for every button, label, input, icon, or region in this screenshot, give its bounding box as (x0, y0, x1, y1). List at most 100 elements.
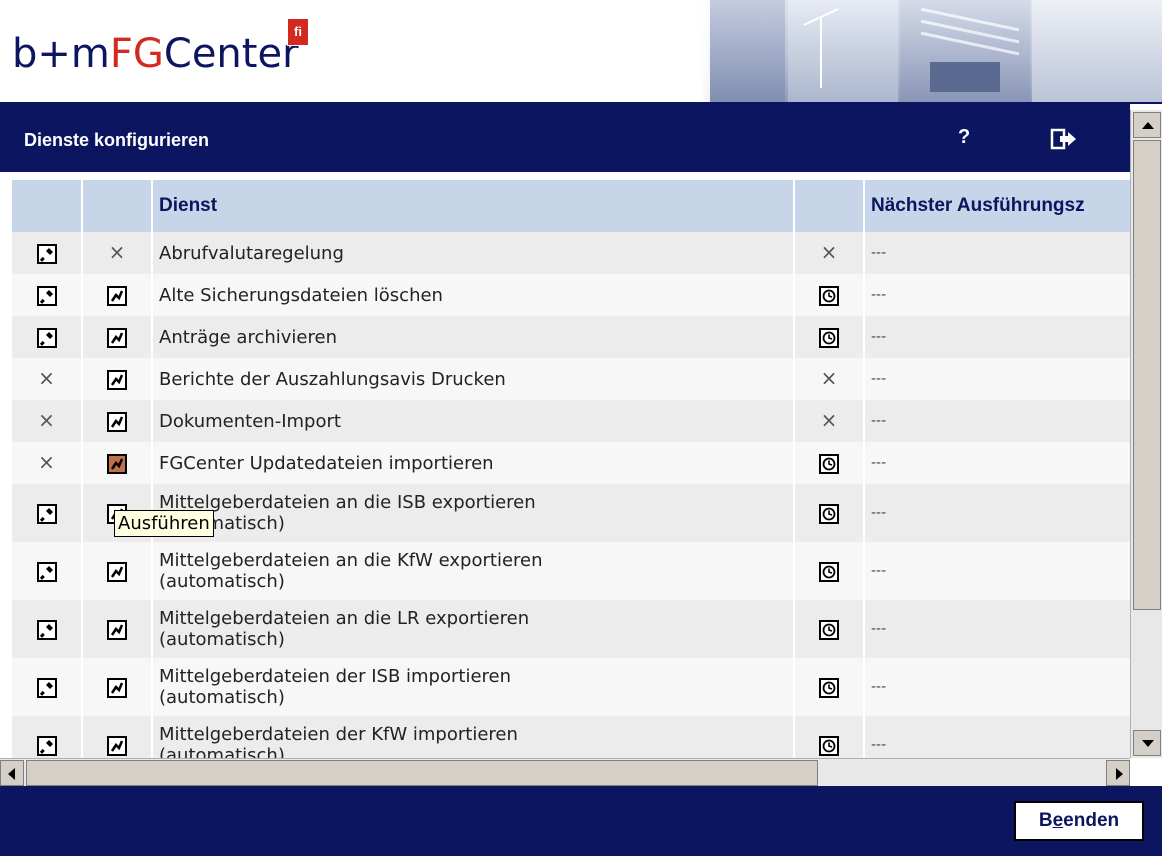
clock-icon[interactable] (819, 677, 839, 698)
column-header-run (82, 180, 153, 232)
service-name-line: (automatisch) (159, 629, 285, 650)
vertical-scrollbar[interactable] (1130, 110, 1162, 758)
scroll-right-button[interactable] (1106, 760, 1130, 786)
run-icon[interactable] (107, 735, 127, 756)
tool-icon[interactable] (36, 503, 57, 524)
run-cell (82, 316, 153, 358)
horizontal-scrollbar[interactable] (0, 758, 1130, 786)
logo: b+mFGCenter (12, 30, 299, 78)
service-name: Abrufvalutaregelung (152, 232, 795, 274)
service-name-line: Mittelgeberdateien an die KfW exportiere… (159, 550, 543, 571)
clock-icon[interactable] (819, 735, 839, 756)
service-name-line: (automatisch) (159, 745, 285, 758)
config-cell (12, 600, 83, 658)
run-cell (82, 658, 153, 716)
schedule-cell (794, 484, 865, 542)
table-row[interactable]: × FGCenter Updatedateien importieren --- (12, 442, 1130, 484)
run-cell (82, 274, 153, 316)
table-row[interactable]: × Abrufvalutaregelung × --- (12, 232, 1130, 274)
clock-icon[interactable] (819, 619, 839, 640)
config-cell: × (12, 400, 83, 442)
tool-icon[interactable] (36, 561, 57, 582)
column-header-schedule (794, 180, 865, 232)
table-row[interactable]: Mittelgeberdateien an die LR exportieren… (12, 600, 1130, 658)
scroll-down-button[interactable] (1133, 730, 1161, 756)
run-icon[interactable] (107, 285, 127, 306)
services-table-wrap[interactable]: Dienst Nächster Ausführungsz × Abrufvalut… (12, 180, 1130, 758)
clock-icon[interactable] (819, 327, 839, 348)
help-icon[interactable]: ? (958, 126, 970, 149)
scroll-left-button[interactable] (0, 760, 24, 786)
config-cell (12, 542, 83, 600)
hscroll-thumb[interactable] (26, 760, 818, 786)
x-icon: × (820, 408, 838, 432)
column-header-config (12, 180, 83, 232)
service-name-line: Berichte der Auszahlungsavis Drucken (159, 368, 506, 390)
run-icon[interactable] (107, 677, 127, 698)
config-cell (12, 658, 83, 716)
run-icon[interactable] (107, 453, 127, 474)
run-cell (82, 442, 153, 484)
service-name: Berichte der Auszahlungsavis Drucken (152, 358, 795, 400)
footer-bar: Beenden (0, 786, 1162, 856)
table-row[interactable]: × Berichte der Auszahlungsavis Drucken × --… (12, 358, 1130, 400)
service-name-line: (automatisch) (159, 513, 285, 534)
table-row[interactable]: Mittelgeberdateien der KfW importieren (a… (12, 716, 1130, 758)
table-row[interactable]: Alte Sicherungsdateien löschen --- (12, 274, 1130, 316)
table-header-row: Dienst Nächster Ausführungsz (12, 180, 1130, 232)
schedule-cell: × (794, 358, 865, 400)
config-cell (12, 716, 83, 758)
next-run-value: --- (864, 232, 1130, 274)
clock-icon[interactable] (819, 453, 839, 474)
service-name-line: Dokumenten-Import (159, 410, 341, 432)
run-icon[interactable] (107, 619, 127, 640)
logo-bm: b+m (12, 31, 110, 77)
tool-icon[interactable] (36, 285, 57, 306)
service-name: FGCenter Updatedateien importieren (152, 442, 795, 484)
service-name-line: Mittelgeberdateien der KfW importieren (159, 724, 518, 745)
run-cell (82, 358, 153, 400)
logo-center: Center (163, 31, 299, 77)
service-name-line: FGCenter Updatedateien importieren (159, 452, 494, 474)
schedule-cell (794, 658, 865, 716)
clock-icon[interactable] (819, 561, 839, 582)
run-icon[interactable] (107, 411, 127, 432)
end-button[interactable]: Beenden (1014, 801, 1144, 841)
service-name: Mittelgeberdateien der KfW importieren (a… (152, 716, 795, 758)
service-name-line: Anträge archivieren (159, 326, 337, 348)
column-header-next-run[interactable]: Nächster Ausführungsz (864, 180, 1130, 232)
table-row[interactable]: Mittelgeberdateien an die KfW exportiere… (12, 542, 1130, 600)
tool-icon[interactable] (36, 677, 57, 698)
config-cell: × (12, 358, 83, 400)
run-cell (82, 400, 153, 442)
service-name: Mittelgeberdateien der ISB importieren (a… (152, 658, 795, 716)
run-icon[interactable] (107, 561, 127, 582)
config-cell: × (12, 442, 83, 484)
column-header-dienst[interactable]: Dienst (152, 180, 795, 232)
table-row[interactable]: × Dokumenten-Import × --- (12, 400, 1130, 442)
service-name-line: Abrufvalutaregelung (159, 242, 344, 264)
tool-icon[interactable] (36, 735, 57, 756)
service-name: Alte Sicherungsdateien löschen (152, 274, 795, 316)
service-name-line: Mittelgeberdateien der ISB importieren (159, 666, 512, 687)
scroll-thumb[interactable] (1133, 140, 1161, 610)
tool-icon[interactable] (36, 243, 57, 264)
tool-icon[interactable] (36, 619, 57, 640)
logo-fg: FG (109, 31, 164, 77)
table-row[interactable]: Anträge archivieren --- (12, 316, 1130, 358)
run-cell (82, 542, 153, 600)
table-row[interactable]: Mittelgeberdateien der ISB importieren (a… (12, 658, 1130, 716)
tool-icon[interactable] (36, 327, 57, 348)
clock-icon[interactable] (819, 503, 839, 524)
run-icon[interactable] (107, 327, 127, 348)
exit-icon[interactable] (1050, 127, 1078, 151)
scroll-up-button[interactable] (1133, 112, 1161, 138)
logo-badge: fi (287, 18, 309, 46)
clock-icon[interactable] (819, 285, 839, 306)
schedule-cell (794, 600, 865, 658)
run-icon[interactable] (107, 369, 127, 390)
schedule-cell (794, 716, 865, 758)
service-name: Mittelgeberdateien an die KfW exportiere… (152, 542, 795, 600)
next-run-value: --- (864, 716, 1130, 758)
header-photo (700, 0, 1162, 102)
